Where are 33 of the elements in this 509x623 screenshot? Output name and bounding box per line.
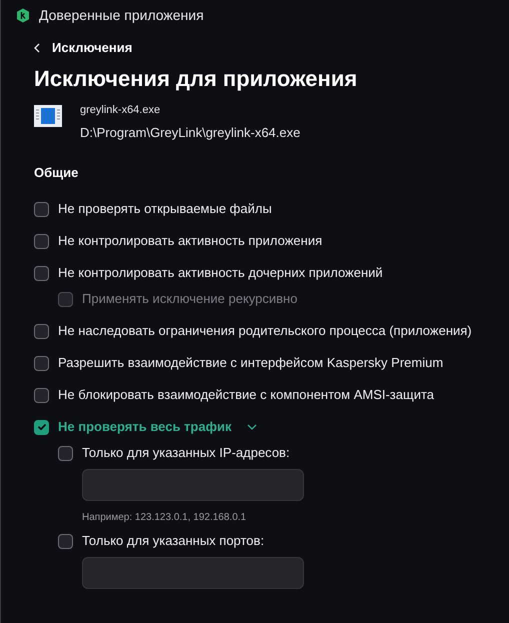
checkbox[interactable]: [58, 446, 73, 460]
checkbox[interactable]: [58, 534, 73, 548]
option-label: Не проверять открываемые файлы: [58, 200, 272, 218]
option-label: Не наследовать ограничения родительского процесса (приложения): [58, 322, 472, 340]
window-title: Доверенные приложения: [39, 6, 204, 25]
option-label: Не контролировать активность приложения: [58, 232, 322, 250]
back-link[interactable]: Исключения: [34, 36, 509, 60]
input-field[interactable]: [82, 469, 304, 501]
option-label: Разрешить взаимодействие с интерфейсом Kaspersky Premium: [58, 354, 444, 372]
section-title: Общие: [34, 164, 80, 182]
checkbox[interactable]: [34, 324, 49, 338]
option-label: Не блокировать взаимодействие с компонентом AMSI-защита: [58, 386, 434, 404]
option-label: Не проверять весь трафик: [58, 418, 232, 436]
option-label: Только для указанных IP-адресов:: [82, 444, 290, 462]
file-path: D:\Program\GreyLink\greylink-x64.exe: [80, 124, 300, 142]
checkbox[interactable]: [34, 266, 49, 280]
option-label: Только для указанных портов:: [82, 532, 264, 550]
chevron-icon[interactable]: [246, 423, 258, 431]
back-icon: [34, 43, 40, 53]
checkbox[interactable]: [34, 234, 49, 248]
app-logo-icon: [16, 8, 30, 22]
option-label: Применять исключение рекурсивно: [82, 290, 298, 308]
file-name: greylink-x64.exe: [80, 103, 162, 118]
option-label: Не контролировать активность дочерних приложений: [58, 264, 383, 282]
application-icon: [34, 105, 62, 127]
hint-text: Например: 123.123.0.1, 192.168.0.1: [82, 511, 248, 525]
checkbox[interactable]: [34, 420, 49, 434]
checkbox[interactable]: [34, 202, 49, 216]
checkmark-icon: [36, 422, 46, 432]
page-heading: Исключения для приложения: [34, 65, 358, 93]
checkbox[interactable]: [34, 356, 49, 370]
input-field[interactable]: [82, 557, 304, 589]
checkbox[interactable]: [34, 388, 49, 402]
